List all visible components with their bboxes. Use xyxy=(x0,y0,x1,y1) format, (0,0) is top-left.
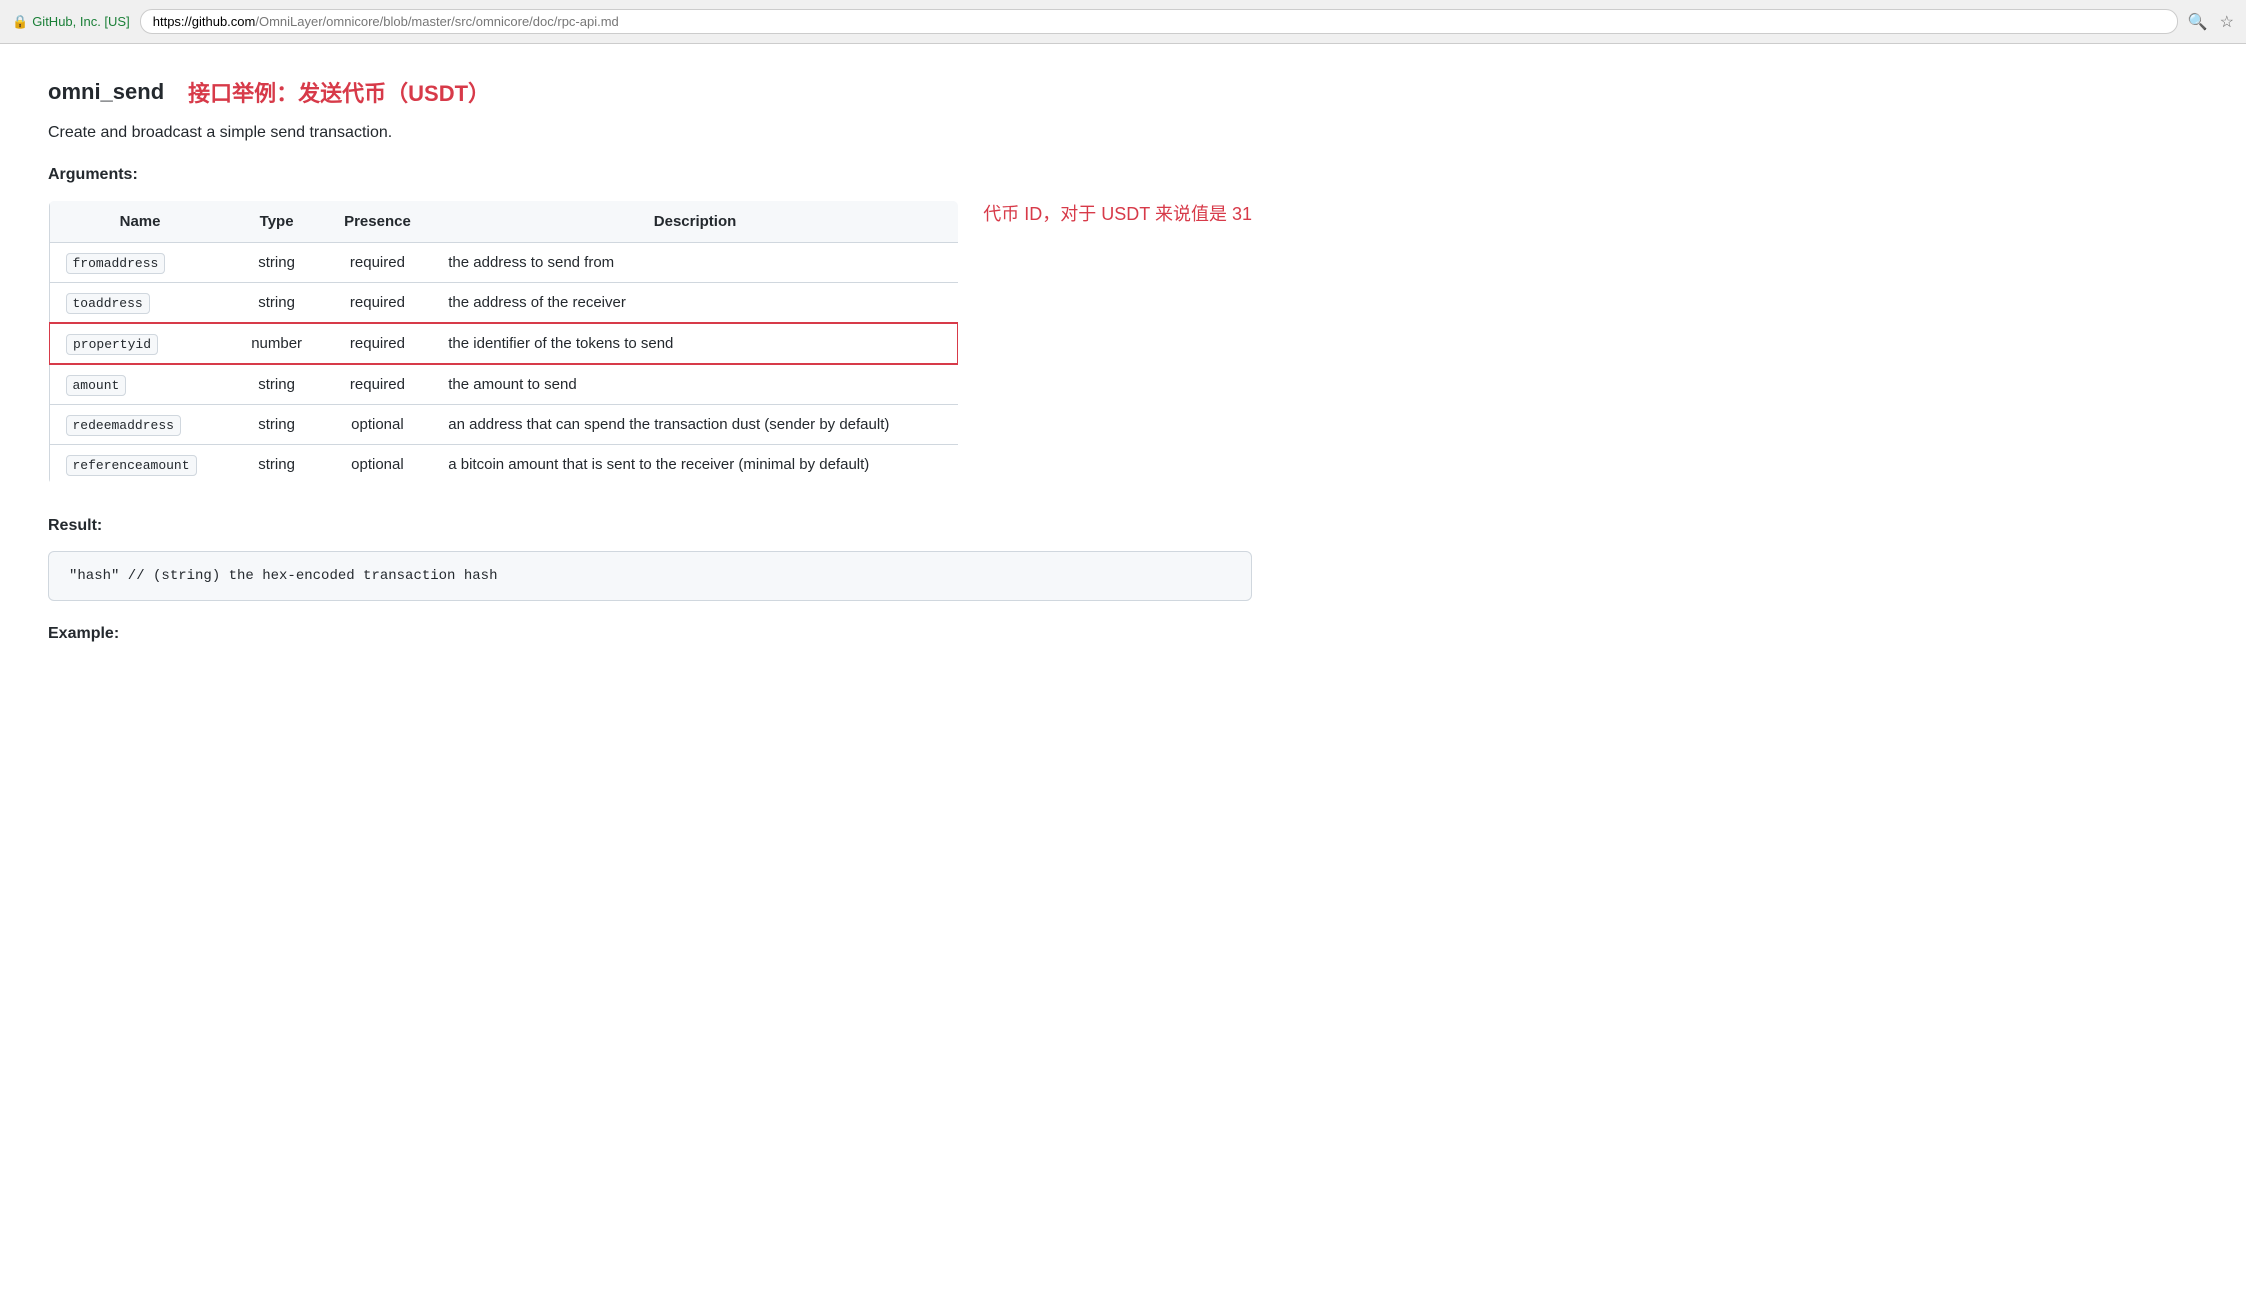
cell-type: string xyxy=(231,405,323,445)
cell-description: the identifier of the tokens to send xyxy=(432,323,958,364)
table-row: toaddress stringrequiredthe address of th… xyxy=(49,283,958,324)
param-name-code: fromaddress xyxy=(66,253,166,274)
page-title: omni_send xyxy=(48,79,164,105)
example-section: Example: xyxy=(48,625,1252,643)
cell-description: the amount to send xyxy=(432,364,958,405)
param-name-code: redeemaddress xyxy=(66,415,181,436)
cell-presence: optional xyxy=(323,445,433,485)
table-body: fromaddressstringrequiredthe address to … xyxy=(49,243,958,485)
table-header-row: Name Type Presence Description xyxy=(49,201,958,243)
bookmark-icon[interactable]: ☆ xyxy=(2220,12,2234,32)
browser-lock-indicator: 🔒 GitHub, Inc. [US] xyxy=(12,14,130,30)
header-description: Description xyxy=(432,201,958,243)
cell-name: toaddress xyxy=(49,283,231,324)
cell-type: number xyxy=(231,323,323,364)
cell-type: string xyxy=(231,445,323,485)
cell-name: fromaddress xyxy=(49,243,231,283)
arguments-label: Arguments: xyxy=(48,166,1252,184)
browser-url-bar[interactable]: https://github.com/OmniLayer/omnicore/bl… xyxy=(140,9,2178,34)
search-icon[interactable]: 🔍 xyxy=(2188,12,2208,32)
propertyid-annotation: 代币 ID，对于 USDT 来说值是 31 xyxy=(983,200,1252,226)
cell-presence: required xyxy=(323,243,433,283)
page-content: omni_send 接口举例：发送代币（USDT） Create and bro… xyxy=(0,44,1300,691)
result-label: Result: xyxy=(48,517,1252,535)
table-row: referenceamount stringoptionala bitcoin a… xyxy=(49,445,958,485)
table-container: Name Type Presence Description fromaddre… xyxy=(48,200,1252,517)
page-title-row: omni_send 接口举例：发送代币（USDT） xyxy=(48,76,1252,108)
code-content: "hash" // (string) the hex-encoded trans… xyxy=(69,568,497,584)
cell-description: a bitcoin amount that is sent to the rec… xyxy=(432,445,958,485)
browser-action-icons: 🔍 ☆ xyxy=(2188,12,2234,32)
browser-origin-label: GitHub, Inc. [US] xyxy=(32,14,130,29)
cell-presence: required xyxy=(323,283,433,324)
cell-type: string xyxy=(231,283,323,324)
arguments-table: Name Type Presence Description fromaddre… xyxy=(48,200,959,485)
cell-name: propertyid xyxy=(49,323,231,364)
cell-type: string xyxy=(231,243,323,283)
cell-type: string xyxy=(231,364,323,405)
cell-presence: required xyxy=(323,323,433,364)
result-code-block: "hash" // (string) the hex-encoded trans… xyxy=(48,551,1252,601)
result-section: Result: "hash" // (string) the hex-encod… xyxy=(48,517,1252,601)
cell-name: redeemaddress xyxy=(49,405,231,445)
param-name-code: toaddress xyxy=(66,293,150,314)
header-type: Type xyxy=(231,201,323,243)
example-label: Example: xyxy=(48,625,1252,643)
page-description: Create and broadcast a simple send trans… xyxy=(48,124,1252,142)
cell-presence: optional xyxy=(323,405,433,445)
table-row: amount stringrequiredthe amount to send xyxy=(49,364,958,405)
url-path: /OmniLayer/omnicore/blob/master/src/omni… xyxy=(255,14,618,29)
cell-description: the address of the receiver xyxy=(432,283,958,324)
table-row: fromaddress stringrequiredthe address to … xyxy=(49,243,958,283)
table-row: redeemaddress stringoptionalan address th… xyxy=(49,405,958,445)
param-name-code: propertyid xyxy=(66,334,158,355)
header-presence: Presence xyxy=(323,201,433,243)
param-name-code: amount xyxy=(66,375,127,396)
cell-presence: required xyxy=(323,364,433,405)
header-name: Name xyxy=(49,201,231,243)
url-origin: https://github.com xyxy=(153,14,256,29)
table-row: propertyid numberrequiredthe identifier o… xyxy=(49,323,958,364)
page-subtitle: 接口举例：发送代币（USDT） xyxy=(188,76,490,108)
cell-description: the address to send from xyxy=(432,243,958,283)
browser-chrome: 🔒 GitHub, Inc. [US] https://github.com/O… xyxy=(0,0,2246,44)
cell-name: amount xyxy=(49,364,231,405)
cell-description: an address that can spend the transactio… xyxy=(432,405,958,445)
param-name-code: referenceamount xyxy=(66,455,197,476)
lock-icon: 🔒 xyxy=(12,14,28,30)
cell-name: referenceamount xyxy=(49,445,231,485)
